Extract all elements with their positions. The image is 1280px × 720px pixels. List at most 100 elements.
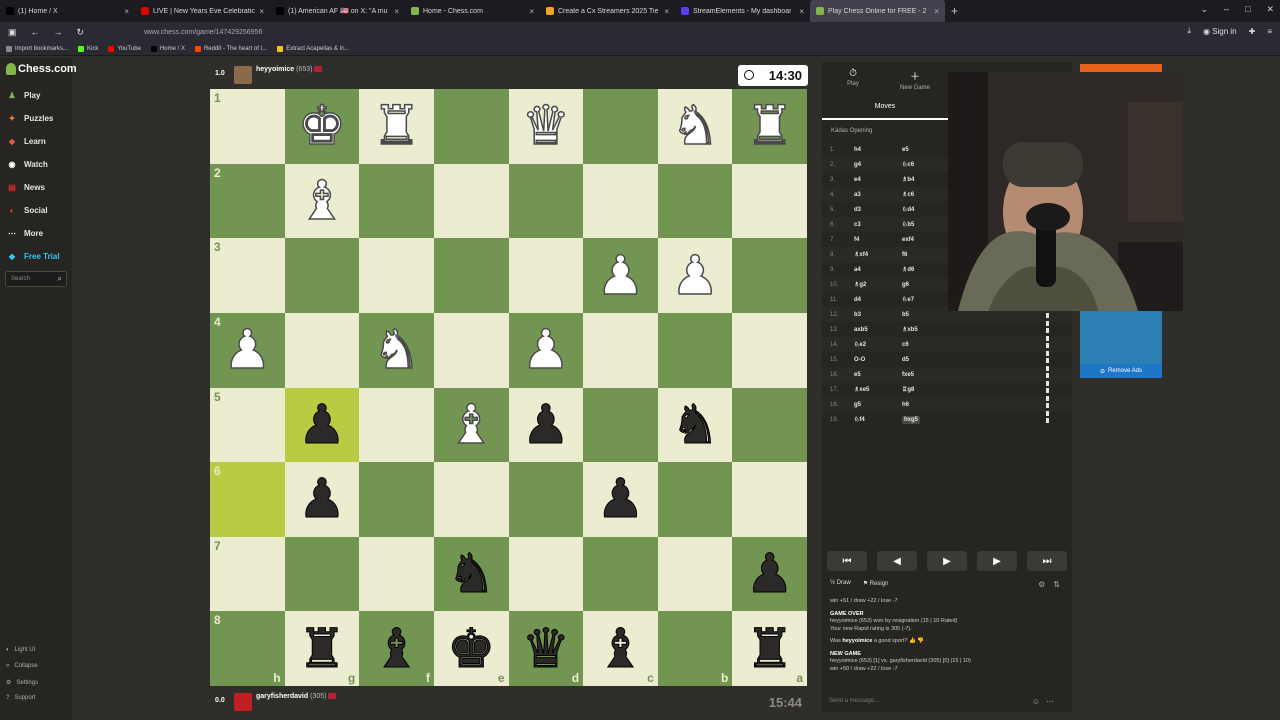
new-tab-icon[interactable]: + [951, 4, 958, 18]
black-king-icon[interactable]: ♚ [446, 621, 495, 676]
board-square[interactable] [583, 163, 658, 239]
board-square[interactable] [657, 536, 733, 612]
board-square[interactable]: ♟ [657, 238, 733, 313]
sidebar-item-puzzles[interactable]: ✦ Puzzles [6, 112, 54, 124]
board-square[interactable] [732, 312, 807, 388]
black-move[interactable]: ♘b5 [902, 221, 952, 228]
board-square[interactable]: d ♛ [508, 611, 584, 686]
board-square[interactable]: ♝ [433, 387, 509, 463]
black-bishop-icon[interactable]: ♝ [372, 621, 421, 676]
white-move[interactable]: f4 [852, 237, 902, 243]
white-pawn-icon[interactable]: ♟ [595, 248, 645, 304]
draw-button[interactable]: ½ Draw [830, 580, 851, 587]
board-square[interactable]: ♛ [508, 89, 584, 164]
board-square[interactable]: ♚ [284, 89, 360, 164]
board-square[interactable] [732, 462, 807, 537]
thumbs-down-icon[interactable]: 👎 [917, 638, 924, 644]
white-queen-icon[interactable]: ♛ [521, 99, 571, 155]
next-move-button[interactable]: ▶ [977, 551, 1017, 571]
download-icon[interactable]: ⤓ [1187, 26, 1191, 36]
bookmark-item[interactable]: Import bookmarks... [6, 45, 68, 52]
board-square[interactable]: ♞ [657, 387, 733, 463]
tab-close-icon[interactable]: × [529, 7, 534, 16]
sidebar-support[interactable]: ? Support [6, 695, 35, 701]
black-move[interactable]: ♗b4 [902, 176, 952, 183]
white-move[interactable]: ♗g2 [852, 281, 902, 288]
white-move[interactable]: d4 [852, 297, 902, 303]
black-rook-icon[interactable]: ♜ [297, 621, 346, 676]
account-icon[interactable]: ◉ Sign in [1203, 27, 1237, 36]
menu-icon[interactable]: ≡ [1267, 27, 1272, 36]
board-square[interactable]: ♜ [732, 89, 807, 164]
bookmark-item[interactable]: Kick [78, 45, 98, 52]
board-square[interactable] [508, 462, 584, 537]
white-move[interactable]: a3 [852, 192, 902, 198]
tab-close-icon[interactable]: × [934, 7, 939, 16]
board-square[interactable] [359, 163, 434, 239]
tab-new-game[interactable]: ＋ New Game [884, 62, 946, 94]
white-move[interactable]: g5 [852, 402, 902, 408]
board-square[interactable]: 6 [210, 462, 285, 537]
board-square[interactable] [433, 238, 509, 313]
browser-tab[interactable]: LIVE | New Years Eve Celebratic × [135, 0, 270, 22]
board-square[interactable]: 7 [210, 536, 285, 612]
black-move[interactable]: e5 [902, 147, 952, 153]
black-queen-icon[interactable]: ♛ [521, 621, 570, 676]
chess-board[interactable]: 1 ♚ ♜ ♛ ♞ ♜ 2 ♝ 3 ♟ ♟ 4 ♟ ♞ ♟ 5 ♟ ♝ ♟ ♞ 6 ♟ ♟ 7 ♞ ♟ 8 h g ♜ f ♝ e ♚ d ♛ c ♝ b a… [210, 89, 807, 686]
black-move[interactable]: ♘d4 [902, 206, 952, 213]
sign-in-label[interactable]: Sign in [1212, 27, 1236, 36]
white-move[interactable]: h4 [852, 147, 902, 153]
board-square[interactable] [359, 536, 434, 612]
board-square[interactable]: 3 [210, 238, 285, 313]
sidebar-item-more[interactable]: ⋯ More [6, 227, 43, 239]
black-move[interactable]: ♘e7 [902, 296, 952, 303]
browser-tab[interactable]: StreamElements - My dashboar × [675, 0, 810, 22]
bookmark-item[interactable]: Extract Acapellas & In... [277, 45, 350, 52]
white-move[interactable]: b3 [852, 312, 902, 318]
white-pawn-icon[interactable]: ♟ [670, 248, 720, 304]
black-knight-icon[interactable]: ♞ [446, 547, 495, 602]
black-move[interactable]: ♘c6 [902, 161, 952, 168]
board-square[interactable] [583, 536, 658, 612]
board-square[interactable]: ♟ [508, 387, 584, 463]
white-move[interactable]: d3 [852, 207, 902, 213]
black-move[interactable]: fxe5 [902, 372, 952, 378]
board-square[interactable]: e ♚ [433, 611, 509, 686]
white-pawn-icon[interactable]: ♟ [222, 322, 272, 378]
sidebar-item-social[interactable]: ◐ Social [6, 204, 48, 216]
bookmark-item[interactable]: Reddit - The heart of t... [194, 45, 267, 52]
board-square[interactable] [433, 462, 509, 537]
browser-tab[interactable]: Create a Cx Streamers 2025 Tie × [540, 0, 675, 22]
black-pawn-icon[interactable]: ♟ [745, 547, 794, 602]
board-square[interactable]: ♞ [359, 312, 434, 388]
white-bishop-icon[interactable]: ♝ [446, 397, 496, 453]
extensions-icon[interactable]: ✚ [1249, 27, 1256, 36]
board-square[interactable] [657, 312, 733, 388]
last-move-button[interactable]: ⏭ [1027, 551, 1067, 571]
tab-close-icon[interactable]: × [259, 7, 264, 16]
board-square[interactable] [433, 89, 509, 164]
white-knight-icon[interactable]: ♞ [670, 99, 720, 155]
board-square[interactable] [732, 387, 807, 463]
emoji-icon[interactable]: ☺⋯ [1032, 697, 1060, 706]
close-icon[interactable]: ✕ [1266, 4, 1274, 15]
white-move[interactable]: e5 [852, 372, 902, 378]
white-move[interactable]: axb5 [852, 327, 902, 333]
board-square[interactable]: 2 [210, 163, 285, 239]
first-move-button[interactable]: ⏮ [827, 551, 867, 571]
black-move[interactable]: hxg5 [902, 415, 952, 424]
board-square[interactable]: g ♜ [284, 611, 360, 686]
board-square[interactable]: a ♜ [732, 611, 807, 686]
tab-play[interactable]: ⏱ Play [822, 62, 884, 94]
reload-icon[interactable]: ↻ [77, 27, 85, 38]
board-square[interactable] [583, 312, 658, 388]
top-avatar[interactable] [234, 66, 252, 84]
board-square[interactable]: ♟ [583, 462, 658, 537]
board-square[interactable]: ♞ [657, 89, 733, 164]
sidebar-settings[interactable]: ⚙ Settings [6, 679, 38, 687]
search-icon[interactable]: ⌕ [58, 274, 62, 284]
black-move[interactable]: c6 [902, 342, 952, 348]
board-square[interactable] [583, 387, 658, 463]
black-move[interactable]: exf4 [902, 237, 952, 243]
board-square[interactable] [583, 89, 658, 164]
